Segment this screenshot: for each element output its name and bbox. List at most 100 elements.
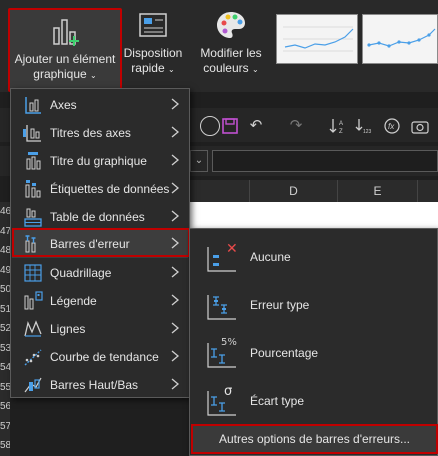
menu-item-label: Barres Haut/Bas <box>50 378 139 392</box>
menu-item-label: Lignes <box>50 322 86 336</box>
row-number[interactable]: 57 <box>0 417 10 437</box>
menu-item-data-labels[interactable]: Étiquettes de données <box>12 175 188 203</box>
save-icon[interactable] <box>220 116 240 136</box>
menu-item-label: Titres des axes <box>50 126 131 140</box>
none-badge: ✕ <box>226 241 238 257</box>
chevron-right-icon <box>171 126 180 138</box>
camera-icon[interactable] <box>410 116 430 136</box>
menu-item-trendline[interactable]: Courbe de tendance <box>12 343 188 371</box>
data-labels-icon <box>25 180 41 198</box>
submenu-item-label: Erreur type <box>250 298 310 312</box>
svg-text:fx: fx <box>388 122 395 131</box>
chevron-down-icon: ⌄ <box>252 65 259 74</box>
menu-item-label: Étiquettes de données <box>50 182 170 196</box>
menu-item-up-down-bars[interactable]: Barres Haut/Bas <box>12 371 188 399</box>
sort-icon[interactable]: AZ <box>328 116 348 136</box>
chevron-right-icon <box>171 322 180 334</box>
menu-item-label: Axes <box>50 98 77 112</box>
row-number[interactable]: 53 <box>0 339 10 359</box>
axis-titles-icon <box>23 125 41 142</box>
column-header-f[interactable] <box>418 180 438 202</box>
submenu-item-percentage[interactable]: 5% Pourcentage <box>190 329 438 377</box>
axes-icon <box>25 97 41 114</box>
menu-item-data-table[interactable]: Table de données <box>12 203 188 231</box>
add-element-line2: graphique <box>33 67 87 81</box>
add-chart-element-button[interactable]: Ajouter un élément graphique ⌄ <box>8 8 122 92</box>
quick-layout-button[interactable]: Disposition rapide ⌄ <box>122 8 184 77</box>
change-colors-line2: couleurs <box>203 61 249 75</box>
quick-layout-line1: Disposition <box>123 46 183 60</box>
sigma-badge: σ <box>224 384 232 399</box>
lines-icon <box>24 320 42 337</box>
menu-item-axes[interactable]: Axes <box>12 91 188 119</box>
row-number[interactable]: 54 <box>0 358 10 378</box>
data-table-icon <box>24 208 42 227</box>
menu-item-error-bars[interactable]: Barres d'erreur <box>12 230 188 258</box>
percentage-icon: 5% <box>207 337 237 368</box>
menu-item-label: Quadrillage <box>50 266 112 280</box>
error-bars-submenu: ✕ Aucune Erreur type 5% Pourcentage σ Éc… <box>189 228 438 456</box>
change-colors-button[interactable]: Modifier les couleurs ⌄ <box>196 8 266 77</box>
chevron-down-icon: ⌄ <box>168 65 175 74</box>
row-number[interactable]: 46 <box>0 202 10 222</box>
submenu-item-standard-deviation[interactable]: σ Écart type <box>190 377 438 425</box>
submenu-item-label: Écart type <box>250 394 305 408</box>
menu-item-label: Légende <box>50 294 97 308</box>
row-number[interactable]: 49 <box>0 261 10 281</box>
palette-icon <box>217 12 245 38</box>
error-bars-icon <box>25 235 36 253</box>
formula-input[interactable] <box>212 150 438 172</box>
none-icon: ✕ <box>207 241 238 272</box>
circle-icon[interactable] <box>200 116 220 136</box>
more-error-bar-options-button[interactable]: Autres options de barres d'erreurs... <box>191 424 438 454</box>
menu-item-gridlines[interactable]: Quadrillage <box>12 259 188 287</box>
chevron-right-icon <box>171 182 180 194</box>
chevron-right-icon <box>171 350 180 362</box>
column-header-d[interactable]: D <box>250 180 338 202</box>
menu-item-legend[interactable]: Légende <box>12 287 188 315</box>
menu-item-chart-title[interactable]: Titre du graphique <box>12 147 188 175</box>
submenu-item-none[interactable]: ✕ Aucune <box>190 233 438 281</box>
row-number[interactable]: 50 <box>0 280 10 300</box>
row-number[interactable]: 52 <box>0 319 10 339</box>
svg-text:Z: Z <box>339 129 343 135</box>
more-options-label: Autres options de barres d'erreurs... <box>218 432 411 446</box>
menu-item-axis-titles[interactable]: Titres des axes <box>12 119 188 147</box>
row-headers: 46 47 48 49 50 51 52 53 54 55 56 57 58 <box>0 202 10 456</box>
standard-error-icon <box>207 295 236 320</box>
row-number[interactable]: 47 <box>0 222 10 242</box>
row-number[interactable]: 56 <box>0 397 10 417</box>
chevron-down-icon[interactable]: ⌄ <box>190 150 208 172</box>
chevron-right-icon <box>171 98 180 110</box>
submenu-item-standard-error[interactable]: Erreur type <box>190 281 438 329</box>
add-element-line1: Ajouter un élément <box>14 52 116 66</box>
chevron-down-icon: ⌄ <box>90 71 97 80</box>
chevron-right-icon <box>171 378 180 390</box>
chart-title-icon <box>26 152 41 170</box>
chevron-right-icon <box>171 237 180 249</box>
gridlines-icon <box>24 264 42 282</box>
function-icon[interactable]: fx <box>382 116 402 136</box>
menu-item-label: Courbe de tendance <box>50 350 159 364</box>
standard-deviation-icon: σ <box>207 384 236 416</box>
column-header-c[interactable] <box>190 180 250 202</box>
number-format-icon[interactable]: 123 <box>354 116 374 136</box>
chart-style-preview-1 <box>283 26 354 52</box>
row-number[interactable]: 48 <box>0 241 10 261</box>
row-number[interactable]: 55 <box>0 378 10 398</box>
menu-item-label: Barres d'erreur <box>50 237 130 251</box>
quick-layout-icon <box>139 13 167 37</box>
ribbon: Ajouter un élément graphique ⌄ Dispositi… <box>0 0 438 92</box>
row-number[interactable]: 58 <box>0 436 10 456</box>
menu-item-lines[interactable]: Lignes <box>12 315 188 343</box>
redo-icon[interactable]: ↷ <box>286 116 306 136</box>
chart-style-1[interactable] <box>276 14 358 64</box>
add-chart-element-icon <box>53 19 79 46</box>
row-number[interactable]: 51 <box>0 300 10 320</box>
percentage-badge: 5% <box>221 337 237 348</box>
menu-item-label: Titre du graphique <box>50 154 147 168</box>
undo-icon[interactable]: ↶ <box>246 116 266 136</box>
submenu-item-label: Aucune <box>250 250 291 264</box>
column-header-e[interactable]: E <box>338 180 418 202</box>
chart-style-2[interactable] <box>362 14 438 64</box>
